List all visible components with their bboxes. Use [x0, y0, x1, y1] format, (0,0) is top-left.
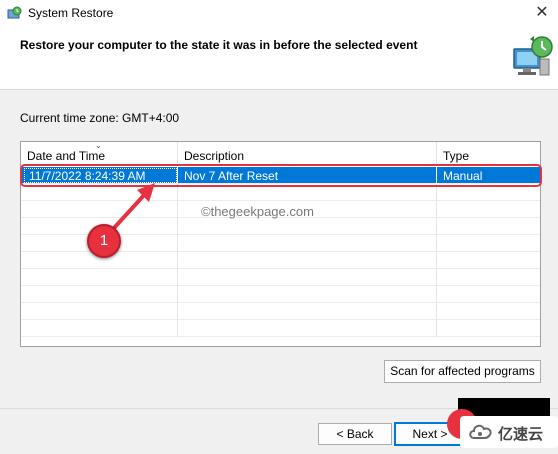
sort-chevron-icon: ⌄ — [95, 141, 102, 150]
step-number-badge: 1 — [87, 224, 121, 258]
current-timezone: Current time zone: GMT+4:00 — [20, 111, 180, 125]
table-row — [21, 303, 540, 320]
table-row — [21, 286, 540, 303]
back-button[interactable]: < Back — [318, 423, 392, 445]
cloud-logo-icon — [469, 424, 492, 439]
table-row — [21, 269, 540, 286]
close-icon[interactable]: ✕ — [530, 2, 554, 24]
brand-text: 亿速云 — [498, 426, 544, 443]
watermark: ©thegeekpage.com — [201, 204, 314, 219]
annotation-highlight-box — [20, 164, 542, 187]
system-restore-icon — [7, 6, 22, 19]
page-title: Restore your computer to the state it wa… — [20, 38, 418, 52]
column-header-type[interactable]: Type — [437, 142, 540, 165]
title-bar: System Restore ✕ — [0, 0, 558, 27]
header-panel: Restore your computer to the state it wa… — [0, 27, 558, 90]
list-header: Date and Time ⌄ Description Type — [21, 142, 540, 165]
scan-affected-programs-button[interactable]: Scan for affected programs — [384, 360, 541, 383]
table-row — [21, 320, 540, 337]
column-header-description[interactable]: Description — [178, 142, 437, 165]
restore-computer-icon — [513, 36, 553, 76]
brand-watermark: 亿速云 — [460, 416, 558, 448]
window-title: System Restore — [28, 6, 114, 20]
